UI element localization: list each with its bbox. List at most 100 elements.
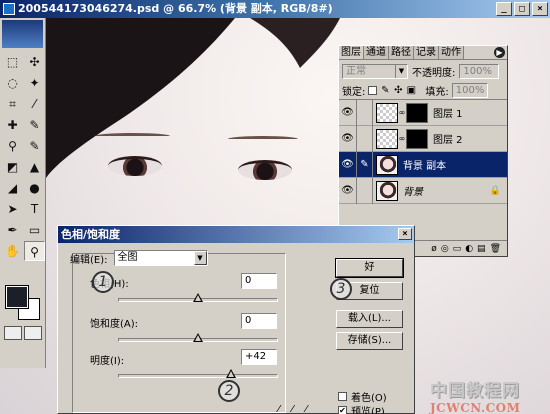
lock-transparency-checkbox[interactable]: [368, 86, 378, 95]
layer-name: 背景: [403, 187, 423, 198]
tab-history[interactable]: 记录: [414, 46, 439, 59]
layer-name: 背景 副本: [403, 161, 447, 172]
layer-link-cell[interactable]: [357, 177, 373, 204]
pen-tool-icon[interactable]: ✒: [2, 220, 23, 240]
lock-move-icon[interactable]: ✣: [393, 85, 403, 96]
history-brush-tool-icon[interactable]: ✎: [24, 136, 45, 156]
tab-channels[interactable]: 通道: [364, 46, 389, 59]
layer-link-cell[interactable]: [357, 125, 373, 152]
lasso-tool-icon[interactable]: ◌: [2, 73, 23, 93]
saturation-slider-track[interactable]: [118, 333, 278, 342]
saturation-input[interactable]: 0: [241, 313, 277, 329]
layer-row[interactable]: 👁 ∞ 图层 1: [339, 99, 507, 126]
layer-mask-thumbnail[interactable]: [406, 102, 428, 123]
callout-3: 3: [330, 278, 352, 300]
watermark-domain-text: JCWCN.COM: [430, 401, 521, 414]
standard-mode-button[interactable]: [4, 326, 22, 340]
document-titlebar[interactable]: 200544173046274.psd @ 66.7% (背景 副本, RGB/…: [0, 0, 550, 18]
colorize-checkbox[interactable]: [338, 392, 347, 401]
fill-field[interactable]: 100%: [451, 83, 488, 98]
preview-option[interactable]: ✔ 预览(P): [338, 403, 385, 414]
eyedropper-minus-icon[interactable]: ⁄: [305, 404, 307, 414]
layer-row-selected[interactable]: 👁 ✎ 背景 副本: [339, 151, 507, 178]
right-eye: [238, 160, 292, 180]
eyedropper-tools: ⁄ ⁄ ⁄: [278, 404, 307, 414]
magic-wand-tool-icon[interactable]: ✦: [24, 73, 45, 93]
clone-stamp-tool-icon[interactable]: ⚲: [2, 136, 23, 156]
opacity-field[interactable]: 100%: [459, 63, 500, 79]
eyedropper-icon[interactable]: ⁄: [278, 404, 280, 414]
chain-link-icon[interactable]: ∞: [398, 108, 406, 117]
visibility-eye-icon[interactable]: 👁: [339, 177, 357, 204]
document-title: 200544173046274.psd @ 66.7% (背景 副本, RGB/…: [18, 2, 333, 15]
quick-mask-mode-button[interactable]: [24, 326, 42, 340]
saturation-slider-thumb[interactable]: [193, 333, 203, 342]
layer-thumbnail: [376, 154, 398, 175]
visibility-eye-icon[interactable]: 👁: [339, 99, 357, 126]
lock-all-icon[interactable]: ▣: [406, 85, 416, 96]
path-selection-tool-icon[interactable]: ➤: [2, 199, 23, 219]
load-button[interactable]: 载入(L)...: [336, 310, 403, 328]
crop-tool-icon[interactable]: ⌗: [2, 94, 23, 114]
dialog-close-button[interactable]: ×: [398, 228, 412, 240]
colorize-option[interactable]: 着色(O): [338, 389, 387, 404]
layer-mask-thumbnail[interactable]: [406, 128, 428, 149]
slice-tool-icon[interactable]: ⁄: [24, 94, 45, 114]
ok-button[interactable]: 好: [335, 258, 404, 278]
hue-input[interactable]: 0: [241, 273, 277, 289]
lightness-slider-thumb[interactable]: [226, 369, 237, 378]
dialog-titlebar[interactable]: 色相/饱和度 ×: [58, 226, 414, 243]
tab-actions[interactable]: 动作: [439, 46, 464, 59]
layer-link-cell[interactable]: [357, 99, 373, 126]
foreground-color-swatch[interactable]: [5, 285, 29, 309]
edit-range-value: 全图: [117, 252, 138, 263]
blend-row: 正常 ▼ 不透明度: 100%: [339, 60, 507, 82]
dodge-tool-icon[interactable]: ●: [24, 178, 45, 198]
chevron-down-icon: ▼: [193, 251, 207, 265]
lightness-label: 明度(I):: [90, 356, 125, 367]
eyedropper-plus-icon[interactable]: ⁄: [292, 404, 294, 414]
move-tool-icon[interactable]: ✣: [24, 52, 45, 72]
layer-style-icon[interactable]: ø: [431, 244, 437, 254]
layer-row[interactable]: 👁 ∞ 图层 2: [339, 125, 507, 152]
minimize-button[interactable]: _: [496, 2, 512, 16]
panel-menu-icon[interactable]: ▶: [494, 47, 505, 58]
blend-mode-select[interactable]: 正常 ▼: [342, 63, 408, 79]
tab-paths[interactable]: 路径: [389, 46, 414, 59]
maximize-button[interactable]: □: [514, 2, 530, 16]
preview-checkbox[interactable]: ✔: [338, 406, 347, 414]
add-mask-icon[interactable]: ◎: [441, 244, 449, 254]
blur-tool-icon[interactable]: ◢: [2, 178, 23, 198]
visibility-eye-icon[interactable]: 👁: [339, 125, 357, 152]
gradient-tool-icon[interactable]: ▲: [24, 157, 45, 177]
hue-slider-track[interactable]: [118, 293, 278, 302]
close-button[interactable]: ×: [532, 2, 548, 16]
layer-thumbnail: [376, 180, 398, 201]
window-controls: _ □ ×: [496, 2, 548, 16]
layer-row[interactable]: 👁 背景 🔒: [339, 177, 507, 204]
chain-link-icon[interactable]: ∞: [398, 134, 406, 143]
eraser-tool-icon[interactable]: ◩: [2, 157, 23, 177]
brush-tool-icon[interactable]: ✎: [24, 115, 45, 135]
visibility-eye-icon[interactable]: 👁: [339, 151, 357, 178]
brush-icon[interactable]: ✎: [357, 151, 373, 178]
toolbox-logo: [2, 20, 43, 48]
right-eyebrow: [228, 136, 298, 142]
adjustment-layer-icon[interactable]: ◐: [465, 244, 473, 254]
edit-range-select[interactable]: 全图 ▼: [113, 250, 208, 266]
new-set-icon[interactable]: ▭: [453, 244, 462, 254]
lightness-input[interactable]: +42: [241, 349, 277, 365]
tab-layers[interactable]: 图层: [339, 46, 364, 59]
save-button[interactable]: 存储(S)...: [336, 332, 403, 350]
new-layer-icon[interactable]: ▤: [477, 244, 486, 254]
type-tool-icon[interactable]: T: [24, 199, 45, 219]
hue-slider-thumb[interactable]: [193, 293, 203, 302]
shape-tool-icon[interactable]: ▭: [24, 220, 45, 240]
marquee-tool-icon[interactable]: ⬚: [2, 52, 23, 72]
healing-brush-tool-icon[interactable]: ✚: [2, 115, 23, 135]
lock-brush-icon[interactable]: ✎: [380, 85, 390, 96]
zoom-tool-icon[interactable]: ⚲: [24, 241, 45, 261]
hand-tool-icon[interactable]: ✋: [2, 241, 23, 261]
trash-icon[interactable]: 🗑: [490, 244, 501, 254]
lightness-slider-track[interactable]: [118, 369, 278, 378]
